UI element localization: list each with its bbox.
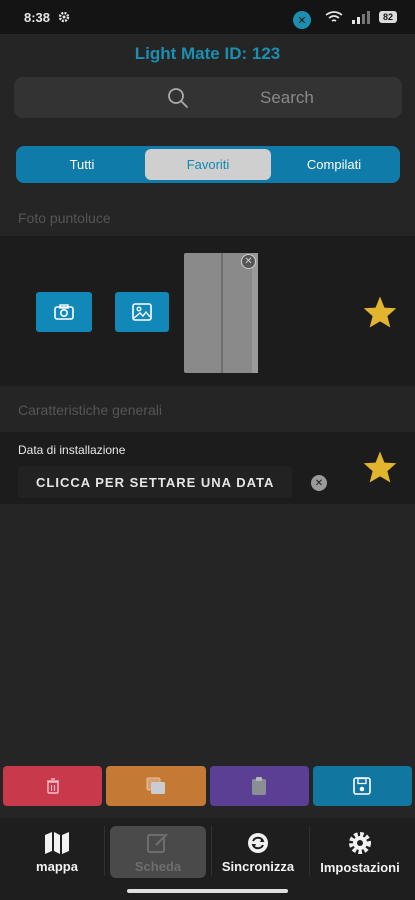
install-date-field[interactable]: CLICCA PER SETTARE UNA DATA xyxy=(18,466,292,498)
remove-photo-icon[interactable]: ✕ xyxy=(241,254,256,269)
save-button[interactable] xyxy=(312,766,412,806)
nav-item-mappa[interactable]: mappa xyxy=(16,826,98,878)
camera-button[interactable] xyxy=(36,292,92,332)
nav-label-impostazioni: Impostazioni xyxy=(320,859,400,875)
signal-icon xyxy=(351,10,370,24)
photo-thumbnail[interactable] xyxy=(184,253,258,373)
status-bar: 8:38 82 xyxy=(0,0,415,34)
trash-icon xyxy=(46,778,59,794)
search-icon xyxy=(168,88,188,108)
home-indicator[interactable] xyxy=(127,889,288,893)
gear-status-icon xyxy=(58,11,70,23)
save-icon xyxy=(353,777,372,795)
nav-label-sincronizza: Sincronizza xyxy=(221,858,295,874)
map-icon xyxy=(45,831,69,854)
tab-tutti[interactable]: Tutti xyxy=(19,149,145,180)
app-header: Light Mate ID: 123 xyxy=(0,34,415,74)
star-icon[interactable] xyxy=(362,450,398,484)
nav-label-mappa: mappa xyxy=(36,858,78,874)
status-time: 8:38 xyxy=(24,9,51,25)
filter-tabs: Tutti Favoriti Compilati xyxy=(16,146,400,183)
action-bar xyxy=(3,766,412,806)
paste-button[interactable] xyxy=(209,766,309,806)
copy-button[interactable] xyxy=(106,766,206,806)
tab-compilati[interactable]: Compilati xyxy=(271,149,397,180)
sync-icon xyxy=(248,832,268,853)
nav-item-scheda[interactable]: Scheda xyxy=(110,826,206,878)
section-title-photo: Foto puntoluce xyxy=(18,210,111,226)
gallery-button[interactable] xyxy=(115,292,169,332)
nav-item-impostazioni[interactable]: Impostazioni xyxy=(312,826,408,878)
wifi-icon xyxy=(325,10,343,22)
close-icon[interactable]: ✕ xyxy=(293,11,311,29)
copy-icon xyxy=(146,777,165,794)
install-date-label: Data di installazione xyxy=(18,443,126,457)
delete-button[interactable] xyxy=(3,766,103,806)
clipboard-icon xyxy=(252,777,267,795)
search-input[interactable]: Search xyxy=(14,77,402,118)
image-icon xyxy=(132,303,152,321)
star-icon[interactable] xyxy=(362,295,398,329)
section-title-general: Caratteristiche generali xyxy=(18,402,162,418)
battery-indicator: 82 xyxy=(378,11,397,23)
nav-item-sincronizza[interactable]: Sincronizza xyxy=(214,826,302,878)
camera-icon xyxy=(54,304,74,320)
bottom-nav: mappa Scheda Sincronizza Impostazioni xyxy=(0,818,415,900)
nav-label-scheda: Scheda xyxy=(134,858,182,874)
gear-icon xyxy=(349,831,371,854)
page-title: Light Mate ID: 123 xyxy=(134,44,281,63)
tab-favoriti[interactable]: Favoriti xyxy=(145,149,271,180)
edit-icon xyxy=(147,832,168,853)
search-placeholder: Search xyxy=(260,88,314,107)
clear-date-icon[interactable]: ✕ xyxy=(311,475,327,491)
